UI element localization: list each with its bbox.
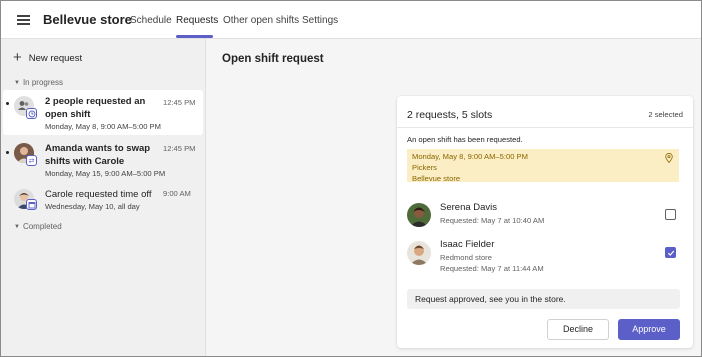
request-time: 12:45 PM — [163, 144, 196, 153]
request-title: 2 people requested an open shift — [45, 96, 146, 120]
page-title: Open shift request — [222, 53, 324, 65]
list-item-time-off-request[interactable]: Carole requested time off Wednesday, May… — [1, 185, 203, 215]
approve-button[interactable]: Approve — [618, 319, 680, 340]
tab-other-open-shifts[interactable]: Other open shifts — [223, 15, 299, 26]
new-request-button[interactable]: + New request — [13, 49, 83, 66]
unread-dot — [6, 151, 9, 154]
clock-icon — [26, 108, 37, 119]
calendar-icon — [26, 199, 37, 210]
shift-location: Bellevue store — [412, 174, 461, 183]
selected-count: 2 selected — [648, 110, 683, 119]
chevron-down-icon: ▼ — [14, 79, 20, 86]
requester-row: Serena Davis Requested: May 7 at 10:40 A… — [407, 201, 683, 231]
completed-section-toggle[interactable]: ▼ Completed — [14, 222, 62, 231]
request-subtitle: Wednesday, May 10, all day — [45, 202, 140, 211]
active-tab-indicator — [176, 35, 213, 38]
in-progress-section-toggle[interactable]: ▼ In progress — [14, 78, 63, 87]
avatar — [407, 241, 431, 265]
completed-label: Completed — [22, 222, 62, 231]
requester-detail: Requested: May 7 at 11:44 AM — [440, 264, 544, 273]
requests-list-pane: + New request ▼ In progress 2 people req… — [1, 39, 206, 356]
message-input[interactable]: Request approved, see you in the store. — [407, 289, 680, 309]
card-title: 2 requests, 5 slots — [407, 109, 493, 121]
select-checkbox[interactable] — [665, 209, 676, 220]
card-description: An open shift has been requested. — [407, 135, 523, 144]
tab-schedule[interactable]: Schedule — [130, 15, 172, 26]
requester-name: Isaac Fielder — [440, 239, 495, 250]
requester-row: Isaac Fielder Redmond store Requested: M… — [407, 238, 683, 280]
request-time: 9:00 AM — [163, 189, 191, 198]
requester-store: Redmond store — [440, 253, 492, 262]
unread-dot — [6, 102, 9, 105]
chevron-down-icon: ▼ — [14, 223, 20, 230]
top-bar: Bellevue store Schedule Requests Other o… — [1, 1, 701, 39]
requester-detail: Requested: May 7 at 10:40 AM — [440, 216, 545, 225]
requester-name: Serena Davis — [440, 202, 498, 213]
decline-button[interactable]: Decline — [547, 319, 609, 340]
list-item-swap-request[interactable]: ⇄ Amanda wants to swap shifts with Carol… — [1, 139, 203, 181]
request-time: 12:45 PM — [163, 98, 196, 107]
app-window: Bellevue store Schedule Requests Other o… — [0, 0, 702, 357]
request-title: Amanda wants to swap shifts with Carole — [45, 143, 151, 167]
swap-icon: ⇄ — [26, 155, 37, 166]
tab-requests[interactable]: Requests — [176, 15, 218, 26]
new-request-label: New request — [28, 52, 83, 64]
request-subtitle: Monday, May 8, 9:00 AM–5:00 PM — [45, 122, 161, 131]
checkmark-icon — [667, 250, 674, 256]
list-item-open-shift-request[interactable]: 2 people requested an open shift Monday,… — [3, 90, 203, 135]
divider — [397, 127, 693, 128]
request-subtitle: Monday, May 15, 9:00 AM–5:00 PM — [45, 169, 166, 178]
select-checkbox[interactable] — [665, 247, 676, 258]
open-shift-request-card: 2 requests, 5 slots 2 selected An open s… — [397, 96, 693, 348]
shift-time: Monday, May 8, 9:00 AM–5:00 PM — [412, 152, 528, 161]
menu-icon[interactable] — [17, 15, 30, 25]
location-pin-icon — [665, 153, 673, 163]
app-title: Bellevue store — [43, 12, 132, 27]
shift-details: Monday, May 8, 9:00 AM–5:00 PM Pickers B… — [407, 149, 679, 183]
tab-settings[interactable]: Settings — [302, 15, 338, 26]
avatar — [407, 203, 431, 227]
request-title: Carole requested time off — [45, 189, 152, 200]
in-progress-label: In progress — [22, 78, 63, 87]
plus-icon: + — [13, 49, 22, 66]
shift-group: Pickers — [412, 163, 437, 172]
